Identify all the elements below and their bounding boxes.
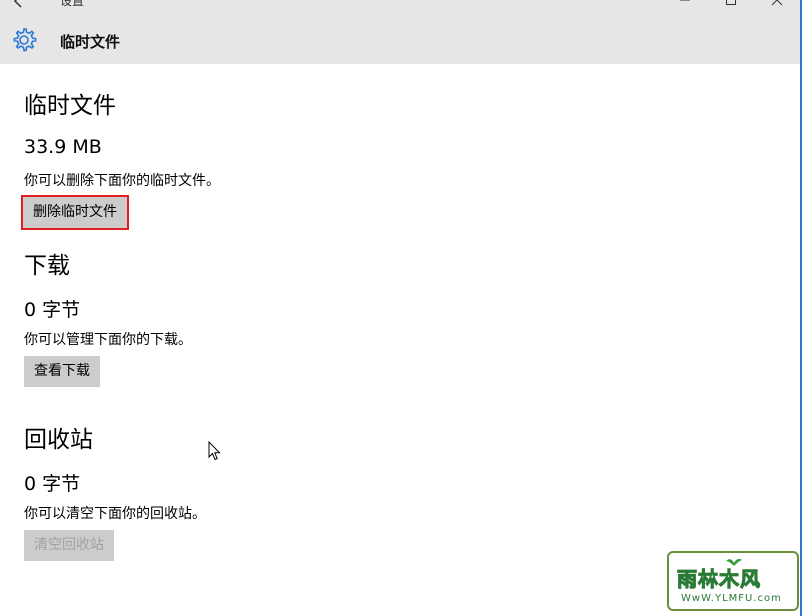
maximize-icon[interactable]: [724, 0, 738, 6]
downloads-size: 0 字节: [24, 299, 81, 321]
empty-recycle-bin-button[interactable]: 清空回收站: [24, 530, 114, 561]
recycle-bin-heading: 回收站: [24, 427, 93, 453]
mouse-cursor-icon: [208, 441, 221, 461]
page-name: 临时文件: [60, 33, 121, 51]
temp-files-description: 你可以删除下面你的临时文件。: [24, 173, 220, 189]
back-arrow-icon[interactable]: [12, 0, 28, 8]
watermark-logo: 雨林木风 WwW.YLMFU.com: [667, 551, 799, 611]
watermark-text: 雨林木风: [677, 567, 761, 592]
minimize-icon[interactable]: [678, 0, 692, 6]
delete-temp-files-button[interactable]: 删除临时文件: [21, 195, 129, 230]
temp-files-heading: 临时文件: [24, 93, 116, 119]
view-downloads-button[interactable]: 查看下载: [24, 356, 100, 387]
watermark-url: WwW.YLMFU.com: [681, 593, 782, 604]
window-title: 设置: [60, 0, 85, 8]
title-bar: 设置 临时文件: [0, 0, 802, 64]
downloads-heading: 下载: [24, 253, 70, 279]
temp-files-size: 33.9 MB: [24, 136, 102, 158]
downloads-description: 你可以管理下面你的下载。: [24, 332, 192, 348]
recycle-bin-size: 0 字节: [24, 473, 81, 495]
gear-icon: [13, 28, 37, 52]
close-icon[interactable]: [770, 0, 784, 6]
content-area: 临时文件 33.9 MB 你可以删除下面你的临时文件。 删除临时文件 下载 0 …: [0, 64, 802, 616]
recycle-bin-description: 你可以清空下面你的回收站。: [24, 506, 206, 522]
